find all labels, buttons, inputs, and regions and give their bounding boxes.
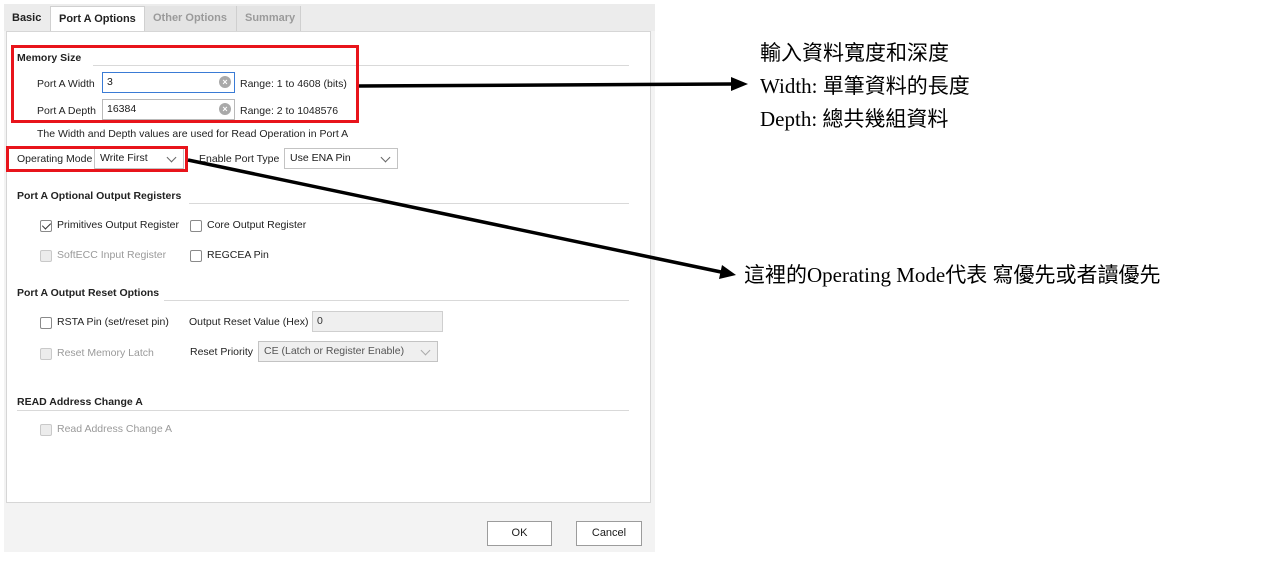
- arrow-line: [358, 82, 734, 88]
- memory-note-line1: 輸入資料寬度和深度: [760, 41, 949, 65]
- arrow-line: [187, 158, 722, 274]
- memory-note-line3: Depth: 總共幾組資料: [760, 107, 949, 131]
- arrowhead-icon: [731, 77, 748, 91]
- memory-note-line2: Width: 單筆資料的長度: [760, 74, 970, 98]
- arrowhead-icon: [719, 265, 736, 279]
- mode-note: 這裡的Operating Mode代表 寫優先或者讀優先: [744, 263, 1161, 287]
